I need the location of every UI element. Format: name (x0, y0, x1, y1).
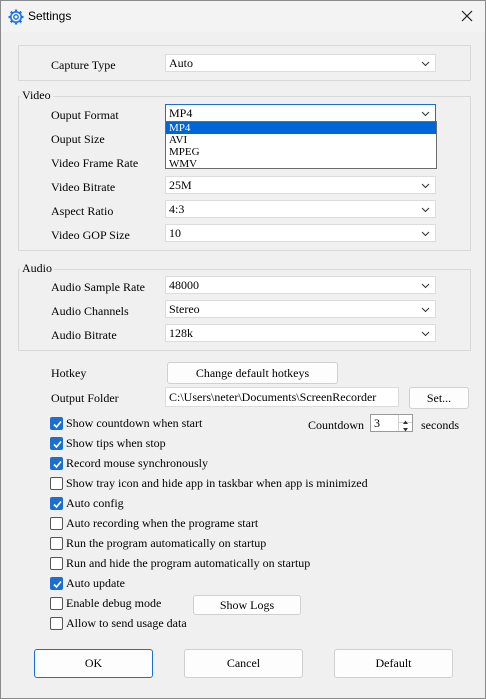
close-icon (461, 10, 473, 22)
checkmark-icon (53, 440, 62, 449)
audio-bitrate-label: Audio Bitrate (51, 328, 117, 342)
video-group-label: Video (20, 88, 53, 103)
output-folder-label: Output Folder (51, 391, 119, 405)
default-button[interactable]: Default (334, 649, 453, 678)
option-label: Show tips when stop (66, 436, 166, 450)
format-option[interactable]: WMV (166, 158, 436, 170)
option-label: Run and hide the program automatically o… (66, 556, 311, 570)
countdown-unit: seconds (421, 418, 459, 432)
sample-rate-label: Audio Sample Rate (51, 280, 145, 294)
option-label: Auto config (66, 496, 124, 510)
close-button[interactable] (455, 4, 479, 28)
aspect-ratio-label: Aspect Ratio (51, 204, 114, 218)
triangle-down-icon (403, 428, 408, 432)
channels-label: Audio Channels (51, 304, 129, 318)
video-bitrate-value: 25M (169, 178, 192, 192)
option-checkbox[interactable] (50, 517, 63, 530)
audio-bitrate-value: 128k (169, 326, 193, 340)
aspect-ratio-value: 4:3 (169, 202, 185, 216)
option-checkbox[interactable] (50, 477, 63, 490)
output-folder-input[interactable]: C:\Users\neter\Documents\ScreenRecorder (165, 387, 399, 407)
option-label: Show countdown when start (66, 416, 203, 430)
option-label: Record mouse synchronously (66, 456, 208, 470)
checkmark-icon (53, 420, 62, 429)
option-label: Auto update (66, 576, 125, 590)
video-bitrate-select[interactable]: 25M (165, 176, 436, 194)
countdown-label: Countdown (308, 418, 365, 432)
option-checkbox[interactable] (50, 537, 63, 550)
option-label: Run the program automatically on startup (66, 536, 267, 550)
set-folder-button[interactable]: Set... (409, 387, 469, 409)
frame-rate-label: Video Frame Rate (51, 156, 139, 170)
output-format-value: MP4 (169, 106, 193, 120)
spinner-buttons (398, 415, 412, 432)
option-label: Allow to send usage data (66, 616, 187, 630)
countdown-value: 3 (374, 416, 380, 430)
output-format-label: Ouput Format (51, 108, 119, 122)
chevron-down-icon (421, 111, 430, 117)
show-logs-button[interactable]: Show Logs (193, 595, 301, 615)
option-checkbox[interactable] (50, 597, 63, 610)
option-label: Auto recording when the programe start (66, 516, 259, 530)
output-size-label: Ouput Size (51, 132, 105, 146)
gop-size-value: 10 (169, 226, 181, 240)
sample-rate-select[interactable]: 48000 (165, 276, 436, 294)
capture-type-select[interactable]: Auto (165, 54, 436, 72)
option-checkbox[interactable] (50, 497, 63, 510)
output-format-dropdown: MP4 AVI MPEG WMV (165, 121, 437, 170)
checkmark-icon (53, 500, 62, 509)
channels-value: Stereo (169, 302, 200, 316)
option-checkbox[interactable] (50, 417, 63, 430)
audio-group-label: Audio (20, 261, 54, 276)
option-checkbox[interactable] (50, 617, 63, 630)
output-format-select[interactable]: MP4 (165, 104, 436, 122)
hotkey-label: Hotkey (51, 366, 87, 380)
capture-type-label: Capture Type (51, 58, 116, 72)
checkmark-icon (53, 460, 62, 469)
format-option[interactable]: MP4 (166, 122, 436, 134)
gop-size-label: Video GOP Size (51, 228, 130, 242)
chevron-down-icon (421, 331, 430, 337)
chevron-down-icon (421, 231, 430, 237)
chevron-down-icon (421, 307, 430, 313)
chevron-down-icon (421, 183, 430, 189)
chevron-down-icon (421, 61, 430, 67)
cancel-button[interactable]: Cancel (184, 649, 303, 678)
checkmark-icon (53, 580, 62, 589)
option-label: Enable debug mode (66, 596, 162, 610)
capture-type-value: Auto (169, 56, 193, 70)
option-label: Show tray icon and hide app in taskbar w… (66, 476, 368, 490)
spinner-up-button[interactable] (399, 415, 412, 424)
option-checkbox[interactable] (50, 457, 63, 470)
sample-rate-value: 48000 (169, 278, 199, 292)
window-title: Settings (28, 9, 72, 23)
countdown-spinner[interactable]: 3 (370, 414, 413, 432)
format-option[interactable]: AVI (166, 134, 436, 146)
option-checkbox[interactable] (50, 557, 63, 570)
chevron-down-icon (421, 207, 430, 213)
settings-window: Settings Capture Type Auto Video Ouput F… (0, 0, 486, 699)
format-option[interactable]: MPEG (166, 146, 436, 158)
aspect-ratio-select[interactable]: 4:3 (165, 200, 436, 218)
channels-select[interactable]: Stereo (165, 300, 436, 318)
audio-bitrate-select[interactable]: 128k (165, 324, 436, 342)
option-checkbox[interactable] (50, 437, 63, 450)
chevron-down-icon (421, 283, 430, 289)
gop-size-select[interactable]: 10 (165, 224, 436, 242)
title-bar: Settings (1, 1, 485, 32)
change-hotkeys-button[interactable]: Change default hotkeys (167, 362, 338, 384)
video-bitrate-label: Video Bitrate (51, 180, 116, 194)
spinner-down-button[interactable] (399, 423, 412, 432)
gear-icon (8, 9, 24, 25)
ok-button[interactable]: OK (34, 649, 153, 678)
option-checkbox[interactable] (50, 577, 63, 590)
